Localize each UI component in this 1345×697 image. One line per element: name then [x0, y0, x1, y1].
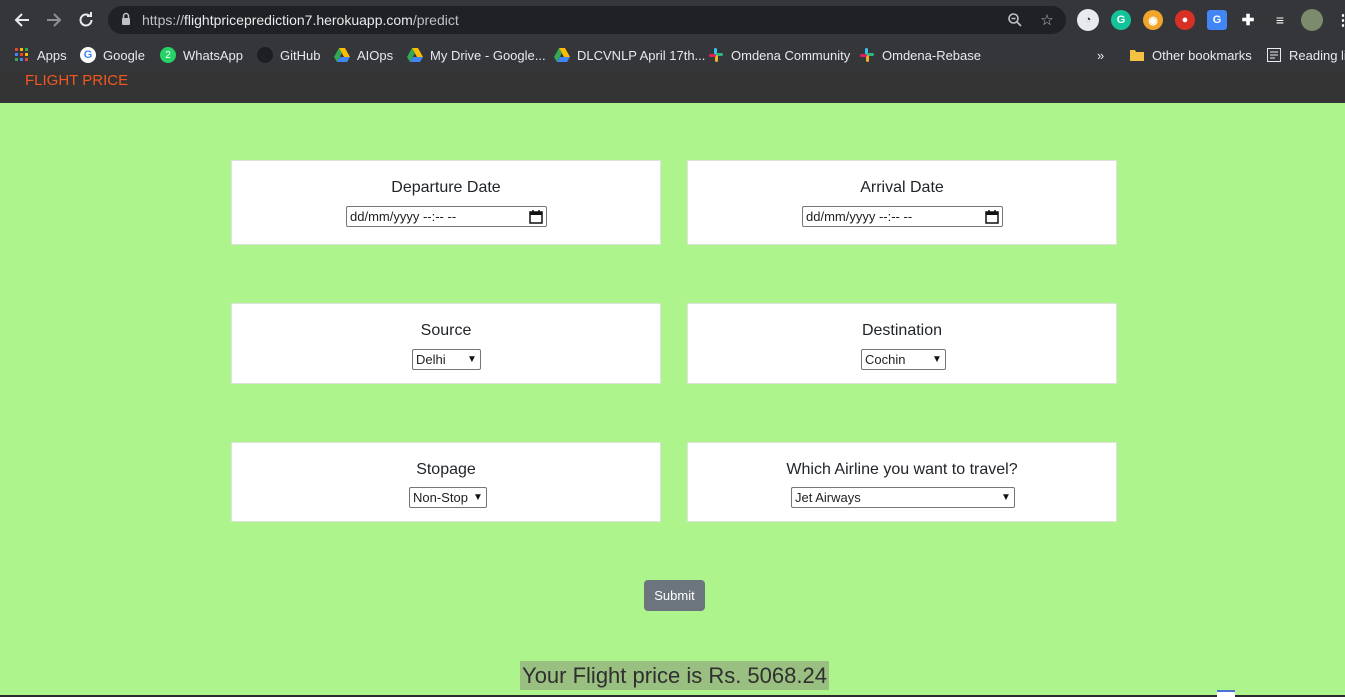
translate-icon[interactable]: G	[1207, 10, 1227, 30]
destination-card: Destination Cochin ▼	[687, 303, 1117, 384]
calendar-icon[interactable]	[529, 209, 543, 224]
departure-date-input[interactable]: dd/mm/yyyy --:-- --	[346, 206, 547, 227]
source-select[interactable]: Delhi ▼	[412, 349, 481, 370]
google-drive-icon	[407, 47, 423, 63]
airline-value: Jet Airways	[795, 490, 861, 505]
source-label: Source	[420, 322, 472, 339]
grammarly-icon[interactable]: G	[1111, 10, 1131, 30]
stopage-value: Non-Stop	[413, 490, 468, 505]
arrival-date-card: Arrival Date dd/mm/yyyy --:-- --	[687, 160, 1117, 245]
bookmark-label: Google	[103, 47, 145, 63]
stopage-card: Stopage Non-Stop ▼	[231, 442, 661, 522]
github-icon	[257, 47, 273, 63]
bookmark-label: Reading lis	[1289, 47, 1345, 63]
bookmarks-bar: Apps G Google 2 WhatsApp GitHub AIOps My…	[0, 40, 1345, 71]
chevron-down-icon: ▼	[932, 354, 942, 365]
destination-label: Destination	[861, 322, 943, 339]
google-icon: G	[80, 47, 96, 63]
submit-button[interactable]: Submit	[644, 580, 705, 611]
bookmark-google[interactable]: G Google	[80, 44, 145, 66]
bookmark-label: Omdena-Rebase	[882, 47, 981, 63]
source-value: Delhi	[416, 352, 446, 367]
reading-list-button[interactable]: Reading lis	[1266, 44, 1345, 66]
apps-grid-icon	[14, 47, 30, 63]
bookmark-label: DLCVNLP April 17th...	[577, 47, 706, 63]
folder-icon	[1129, 47, 1145, 63]
arrival-date-input[interactable]: dd/mm/yyyy --:-- --	[802, 206, 1003, 227]
bookmark-my-drive[interactable]: My Drive - Google...	[407, 44, 546, 66]
brand-link[interactable]: FLIGHT PRICE	[25, 72, 128, 89]
record-extension-icon[interactable]: ●	[1175, 10, 1195, 30]
lock-icon	[122, 12, 130, 25]
back-arrow-icon[interactable]	[9, 7, 35, 33]
destination-value: Cochin	[865, 352, 906, 367]
reading-list-icon	[1266, 47, 1282, 63]
calendar-icon[interactable]	[985, 209, 999, 224]
bookmark-label: AIOps	[357, 47, 394, 63]
profile-extension-icon[interactable]: ◔	[1077, 9, 1099, 31]
address-bar[interactable]: https://flightpriceprediction7.herokuapp…	[108, 6, 1066, 34]
arrival-date-value: dd/mm/yyyy --:-- --	[806, 209, 913, 224]
bookmark-omdena-community[interactable]: Omdena Community	[708, 44, 850, 66]
airline-card: Which Airline you want to travel? Jet Ai…	[687, 442, 1117, 522]
media-queue-icon[interactable]: ≡	[1270, 10, 1290, 30]
arrival-date-label: Arrival Date	[860, 179, 944, 196]
bookmark-github[interactable]: GitHub	[257, 44, 320, 66]
bookmark-label: WhatsApp	[183, 47, 243, 63]
chevron-down-icon: ▼	[467, 354, 477, 365]
google-drive-icon	[334, 47, 350, 63]
bookmark-label: Other bookmarks	[1152, 47, 1252, 63]
airline-select[interactable]: Jet Airways ▼	[791, 487, 1015, 508]
source-card: Source Delhi ▼	[231, 303, 661, 384]
forward-arrow-icon[interactable]	[41, 7, 67, 33]
stopage-label: Stopage	[416, 461, 476, 478]
stopage-select[interactable]: Non-Stop ▼	[409, 487, 487, 508]
google-drive-icon	[554, 47, 570, 63]
menu-dots-icon[interactable]: ⋮	[1333, 10, 1345, 30]
bookmark-label: GitHub	[280, 47, 321, 63]
bookmark-omdena-rebase[interactable]: Omdena-Rebase	[859, 44, 981, 66]
airline-label: Which Airline you want to travel?	[786, 461, 1018, 478]
bookmark-label: Apps	[37, 47, 67, 63]
bookmark-aiops[interactable]: AIOps	[334, 44, 393, 66]
reload-icon[interactable]	[73, 7, 99, 33]
bookmark-label: Omdena Community	[731, 47, 851, 63]
bookmark-star-icon[interactable]: ☆	[1038, 11, 1056, 29]
tray-icon	[1217, 690, 1235, 697]
whatsapp-icon: 2	[160, 47, 176, 63]
other-bookmarks-folder[interactable]: Other bookmarks	[1129, 44, 1252, 66]
flight-price-result: Your Flight price is Rs. 5068.24	[520, 661, 829, 690]
owl-extension-icon[interactable]: ◉	[1143, 10, 1163, 30]
browser-toolbar: https://flightpriceprediction7.herokuapp…	[0, 0, 1345, 40]
bookmark-apps[interactable]: Apps	[14, 44, 67, 66]
chevron-down-icon: ▼	[1001, 492, 1011, 503]
bookmark-dlcvnlp[interactable]: DLCVNLP April 17th...	[554, 44, 705, 66]
more-bookmarks-button[interactable]: »	[1097, 44, 1104, 66]
slack-icon	[859, 47, 875, 63]
site-navbar: FLIGHT PRICE	[0, 71, 1345, 103]
slack-icon	[708, 47, 724, 63]
zoom-icon[interactable]	[1006, 11, 1024, 29]
bookmark-whatsapp[interactable]: 2 WhatsApp	[160, 44, 243, 66]
url-text: https://flightpriceprediction7.herokuapp…	[142, 12, 459, 28]
destination-select[interactable]: Cochin ▼	[861, 349, 946, 370]
chevron-down-icon: ▼	[473, 492, 483, 503]
bookmark-label: My Drive - Google...	[430, 47, 546, 63]
departure-date-value: dd/mm/yyyy --:-- --	[350, 209, 457, 224]
departure-date-label: Departure Date	[391, 179, 501, 196]
extensions-puzzle-icon[interactable]: ✚	[1238, 10, 1258, 30]
avatar[interactable]	[1301, 9, 1323, 31]
departure-date-card: Departure Date dd/mm/yyyy --:-- --	[231, 160, 661, 245]
